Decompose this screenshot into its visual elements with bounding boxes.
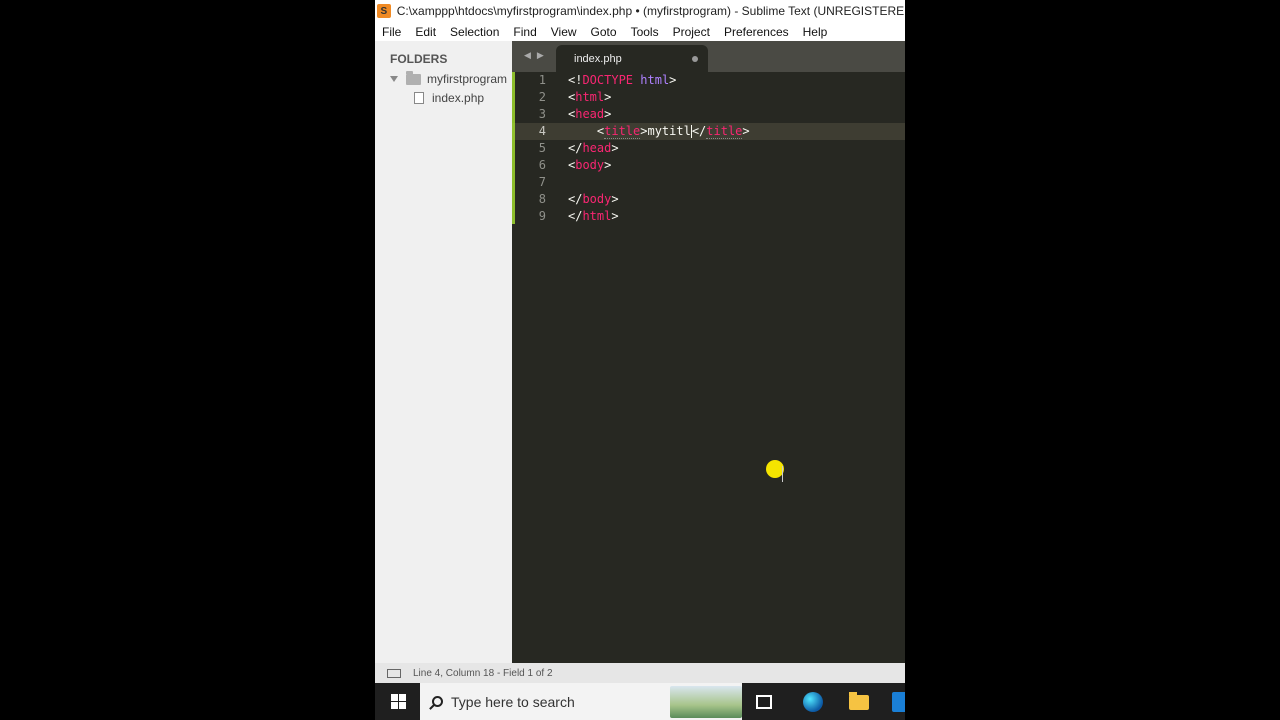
file-label: index.php <box>432 91 485 105</box>
search-icon <box>432 696 443 707</box>
menu-preferences[interactable]: Preferences <box>717 25 796 39</box>
taskbar: Type here to search <box>375 683 905 720</box>
search-placeholder: Type here to search <box>451 693 575 710</box>
sidebar: FOLDERS myfirstprogram index.php <box>375 41 513 663</box>
menu-tools[interactable]: Tools <box>624 25 666 39</box>
sublime-app-icon: S <box>377 4 391 18</box>
tab-label: index.php <box>574 53 622 65</box>
menu-view[interactable]: View <box>544 25 584 39</box>
code-line[interactable]: <head> <box>568 106 750 123</box>
code-line[interactable]: <!DOCTYPE html> <box>568 72 750 89</box>
panel-toggle-icon[interactable] <box>387 668 401 678</box>
menu-file[interactable]: File <box>375 25 408 39</box>
file-explorer-icon[interactable] <box>849 692 869 710</box>
sidebar-folder-myfirstprogram[interactable]: myfirstprogram <box>390 70 508 86</box>
code-line[interactable]: </html> <box>568 208 750 225</box>
windows-start-icon[interactable] <box>391 694 406 709</box>
tab-index-php[interactable]: index.php <box>556 45 708 72</box>
task-view-icon[interactable] <box>756 695 772 709</box>
editor-area[interactable]: ◀▶ index.php 1 2 3 4 5 6 7 8 9 <!DOCTYPE… <box>512 41 905 663</box>
edge-browser-icon[interactable] <box>803 692 823 712</box>
code-line[interactable]: </body> <box>568 191 750 208</box>
file-icon <box>414 92 424 104</box>
ibeam-cursor-icon <box>782 466 783 482</box>
line-number: 8 <box>538 192 546 206</box>
code-line[interactable]: </head> <box>568 140 750 157</box>
code-line[interactable]: <title>mytitl</title> <box>568 123 750 140</box>
code-line[interactable] <box>568 174 750 191</box>
line-number: 7 <box>538 175 546 189</box>
code-text[interactable]: <!DOCTYPE html> <html> <head> <title>mytit… <box>568 72 750 225</box>
search-highlight-image <box>670 686 742 718</box>
line-number: 3 <box>538 107 546 121</box>
menu-project[interactable]: Project <box>666 25 717 39</box>
text-caret <box>690 125 692 138</box>
menu-goto[interactable]: Goto <box>584 25 624 39</box>
window-title: C:\xamppp\htdocs\myfirstprogram\index.ph… <box>396 4 905 18</box>
code-line[interactable]: <html> <box>568 89 750 106</box>
unsaved-dot-icon[interactable] <box>692 56 698 62</box>
title-bar[interactable]: S C:\xamppp\htdocs\myfirstprogram\index.… <box>375 0 905 22</box>
sublime-window: S C:\xamppp\htdocs\myfirstprogram\index.… <box>375 0 905 720</box>
status-bar: Line 4, Column 18 - Field 1 of 2 <box>375 663 905 683</box>
tab-bar: ◀▶ index.php <box>512 41 905 72</box>
menu-selection[interactable]: Selection <box>443 25 506 39</box>
folder-icon <box>406 70 421 85</box>
menu-help[interactable]: Help <box>796 25 835 39</box>
line-number: 5 <box>538 141 546 155</box>
line-number: 2 <box>538 90 546 104</box>
chevron-down-icon[interactable] <box>390 76 398 82</box>
sidebar-file-index[interactable]: index.php <box>414 91 484 105</box>
line-number: 4 <box>538 124 546 138</box>
menu-find[interactable]: Find <box>506 25 543 39</box>
line-number: 9 <box>538 209 546 223</box>
folders-header: FOLDERS <box>390 52 448 66</box>
line-number: 1 <box>538 73 546 87</box>
status-text: Line 4, Column 18 - Field 1 of 2 <box>413 667 553 679</box>
menu-bar: File Edit Selection Find View Goto Tools… <box>375 22 905 41</box>
line-number-gutter: 1 2 3 4 5 6 7 8 9 <box>512 72 562 225</box>
line-number: 6 <box>538 158 546 172</box>
tab-nav-arrows-icon[interactable]: ◀▶ <box>524 50 550 61</box>
folder-label: myfirstprogram <box>427 72 508 86</box>
taskbar-search[interactable]: Type here to search <box>420 683 742 720</box>
store-icon[interactable] <box>892 692 905 712</box>
code-line[interactable]: <body> <box>568 157 750 174</box>
menu-edit[interactable]: Edit <box>408 25 443 39</box>
